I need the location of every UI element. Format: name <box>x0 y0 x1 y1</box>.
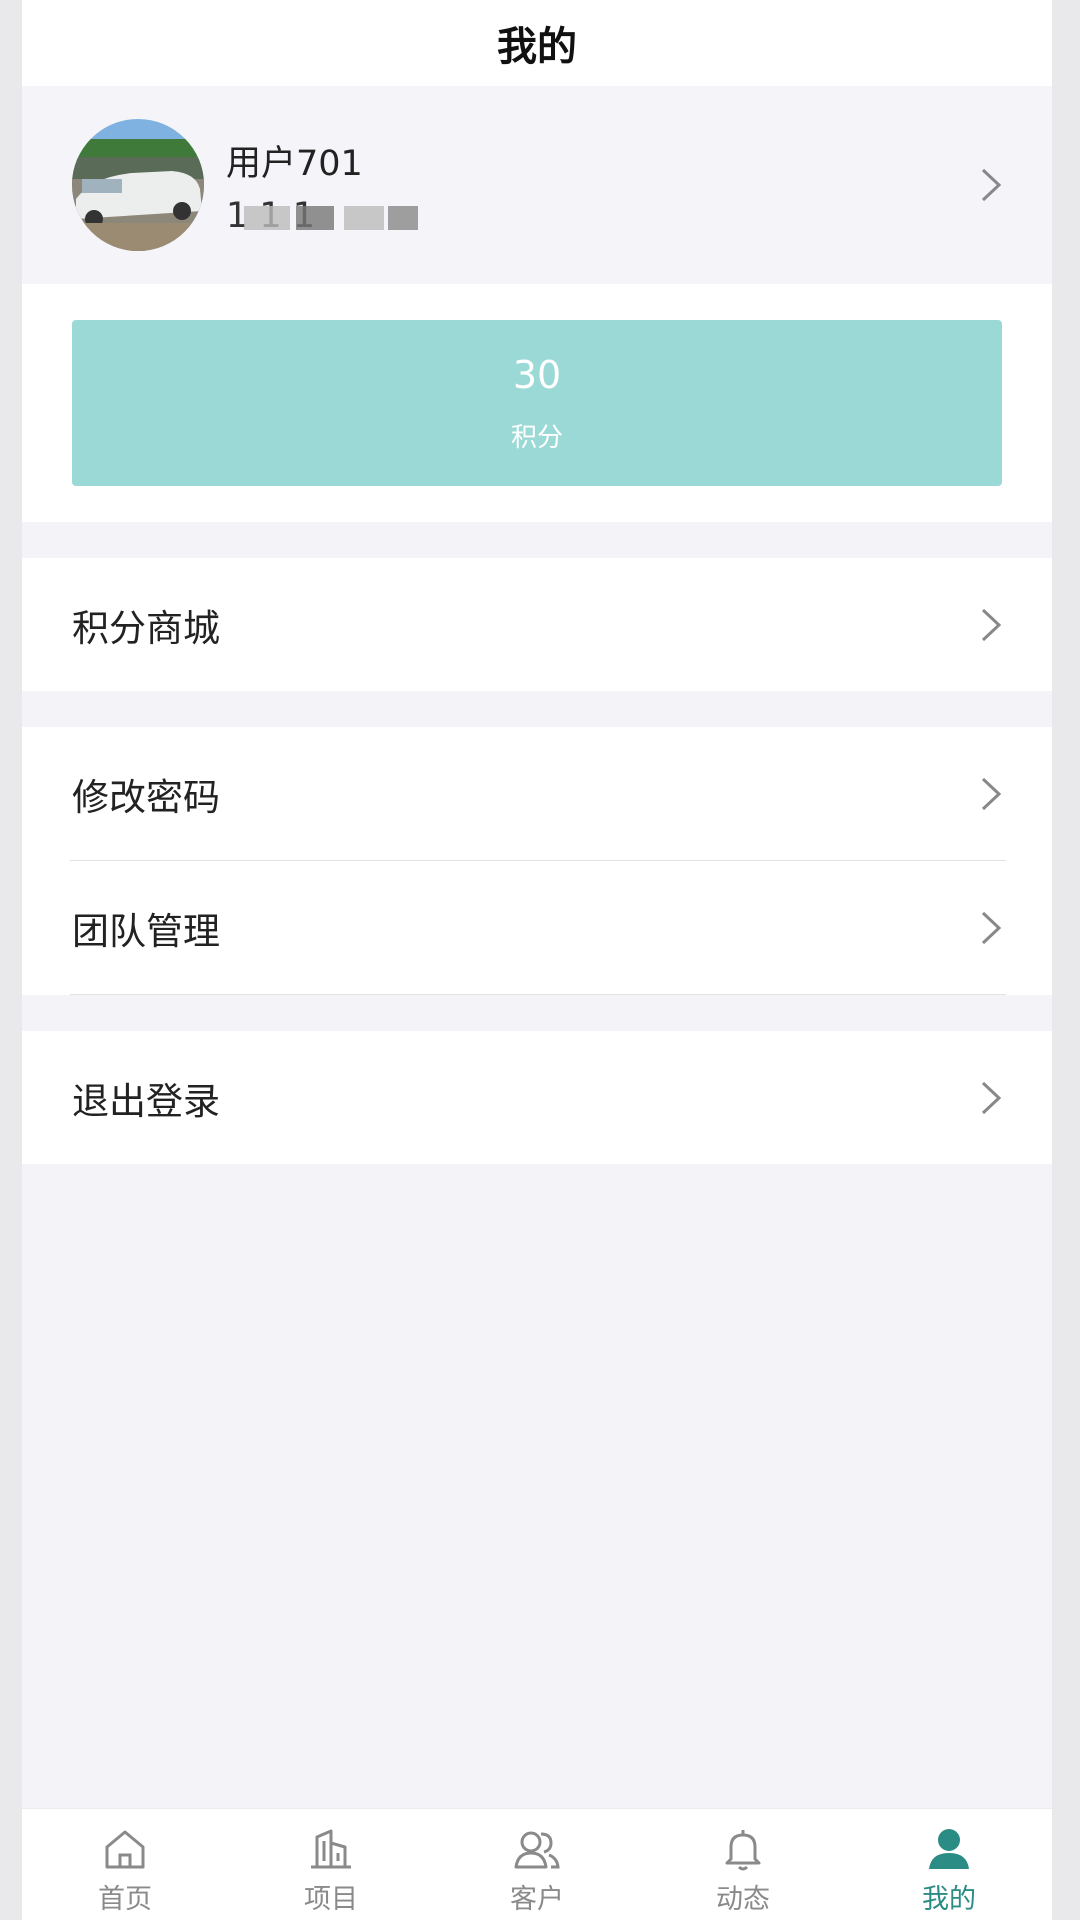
divider <box>70 994 1006 995</box>
points-label: 积分 <box>510 422 563 453</box>
menu-group-account: 修改密码 团队管理 <box>22 727 1052 995</box>
tab-activity[interactable]: 动态 <box>640 1809 846 1920</box>
menu-item-logout[interactable]: 退出登录 <box>22 1031 1052 1164</box>
chevron-right-icon <box>981 1081 1002 1114</box>
tab-label: 客户 <box>510 1884 564 1915</box>
user-name: 用户701 <box>226 143 363 184</box>
app-screen: 我的 用户701 1 1 1 <box>22 0 1052 1920</box>
tab-customers[interactable]: 客户 <box>434 1809 640 1920</box>
menu-item-label: 退出登录 <box>72 1079 220 1123</box>
menu-item-label: 修改密码 <box>72 775 220 819</box>
tab-home[interactable]: 首页 <box>22 1809 228 1920</box>
menu-item-label: 积分商城 <box>72 606 220 650</box>
tab-label: 我的 <box>922 1884 976 1915</box>
tab-label: 项目 <box>304 1884 358 1915</box>
chevron-right-icon <box>981 777 1002 810</box>
tab-label: 动态 <box>716 1884 770 1915</box>
user-phone-masked: 1 1 1 <box>226 196 418 236</box>
bell-icon <box>725 1830 761 1871</box>
menu-item-points-mall[interactable]: 积分商城 <box>22 558 1052 691</box>
chevron-right-icon <box>981 608 1002 641</box>
building-icon <box>311 1829 351 1869</box>
tab-label: 首页 <box>98 1884 152 1915</box>
redaction-block <box>296 205 334 230</box>
user-info: 用户701 1 1 1 <box>226 135 418 236</box>
home-icon <box>105 1830 145 1869</box>
user-icon <box>929 1829 969 1869</box>
menu-item-label: 团队管理 <box>72 909 220 953</box>
menu-item-team-management[interactable]: 团队管理 <box>22 861 1052 994</box>
menu-item-change-password[interactable]: 修改密码 <box>22 727 1052 860</box>
top-bar: 我的 <box>22 0 1052 86</box>
menu-group-mall: 积分商城 <box>22 558 1052 691</box>
redaction-block <box>344 205 384 230</box>
points-value: 30 <box>512 352 562 397</box>
points-card[interactable]: 30 积分 <box>72 320 1002 486</box>
tab-projects[interactable]: 项目 <box>228 1809 434 1920</box>
profile-row[interactable]: 用户701 1 1 1 <box>22 86 1052 284</box>
chevron-right-icon <box>981 168 1002 202</box>
menu-group-logout: 退出登录 <box>22 1031 1052 1164</box>
page-title: 我的 <box>497 24 577 70</box>
avatar <box>72 119 204 251</box>
tab-mine[interactable]: 我的 <box>846 1809 1052 1920</box>
customers-icon <box>514 1831 560 1869</box>
points-section: 30 积分 <box>22 284 1052 522</box>
redaction-block <box>388 205 418 230</box>
chevron-right-icon <box>981 911 1002 944</box>
redaction-block <box>244 205 290 230</box>
bottom-tab-bar: 首页 项目 客户 动态 我的 <box>22 1808 1052 1920</box>
